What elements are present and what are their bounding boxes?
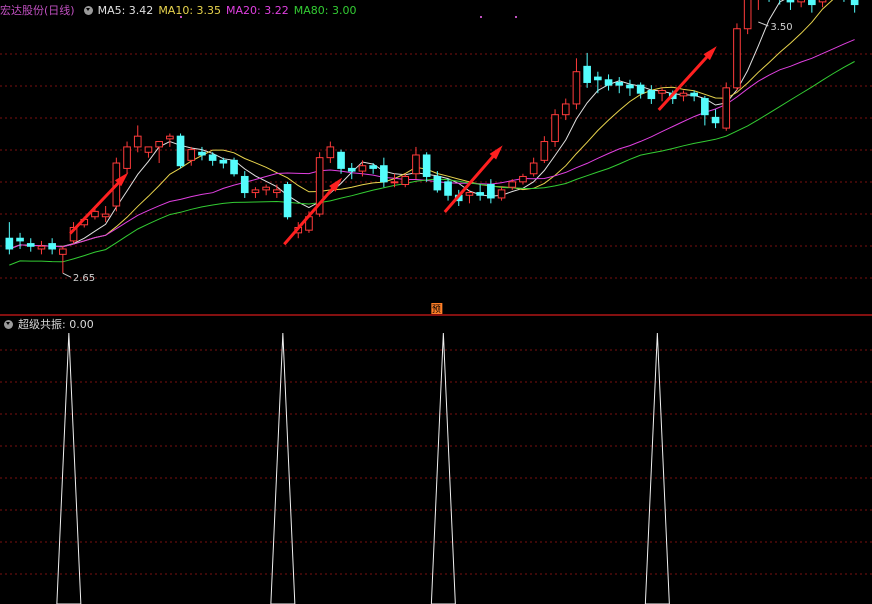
- candle-body: [401, 175, 410, 186]
- candle-body: [48, 243, 56, 250]
- candle-body: [594, 76, 602, 81]
- candle-body: [476, 192, 484, 196]
- forecast-badge-label: 预: [432, 304, 441, 315]
- candle-body: [166, 135, 174, 140]
- low-pointer: [62, 272, 72, 278]
- candle-body: [636, 84, 645, 94]
- candle-body: [733, 28, 741, 89]
- chart-canvas[interactable]: 3.50 2.65 预: [0, 0, 872, 604]
- candle-body: [711, 116, 720, 124]
- moving-average-lines: [9, 0, 855, 266]
- resonance-spike: [270, 332, 296, 604]
- candle-body: [208, 154, 217, 161]
- candle-body: [540, 141, 549, 161]
- candle-body: [144, 146, 153, 153]
- candle-body: [133, 135, 142, 148]
- candle-body: [487, 184, 495, 199]
- candle-body: [91, 210, 99, 218]
- candle-body: [123, 146, 131, 169]
- indicator-value: : 0.00: [62, 317, 94, 331]
- candle-body: [5, 237, 14, 250]
- candle-body: [551, 114, 559, 143]
- candle-body: [251, 189, 260, 194]
- candle-body: [850, 0, 859, 6]
- high-price-label: 3.50: [770, 22, 792, 33]
- candle-body: [412, 154, 420, 175]
- candle-body: [615, 81, 624, 86]
- candle-body: [337, 151, 345, 169]
- candle-body: [422, 154, 431, 177]
- candle-body: [230, 159, 238, 175]
- candle-body: [679, 92, 688, 97]
- signal-arrows: [69, 46, 717, 246]
- candle-body: [219, 159, 228, 164]
- candle-body: [508, 181, 517, 188]
- candle-body: [273, 189, 281, 194]
- dropdown-icon[interactable]: [4, 319, 13, 329]
- candle-body: [465, 192, 474, 196]
- candle-body: [283, 184, 292, 218]
- candle-body: [155, 141, 163, 148]
- period-label: (日线): [44, 4, 75, 17]
- resonance-spike: [430, 332, 456, 604]
- resonance-spike: [644, 332, 670, 604]
- candle-body: [16, 237, 24, 242]
- candle-body: [37, 245, 46, 250]
- main-legend: 宏达股份 (日线) MA5: 3.42 MA10: 3.35 MA20: 3.2…: [0, 2, 361, 18]
- ma20-label: MA20: 3.22: [226, 3, 289, 17]
- candle-body: [583, 65, 591, 83]
- candle-body: [519, 175, 527, 183]
- indicator-label: 超级共振: [18, 318, 62, 331]
- stock-name[interactable]: 宏达股份: [0, 2, 44, 18]
- candle-body: [26, 243, 35, 247]
- candle-body: [497, 189, 506, 199]
- candle-body: [722, 87, 731, 129]
- candle-body: [59, 248, 67, 255]
- candle-body: [743, 0, 752, 30]
- low-price-label: 2.65: [73, 273, 95, 284]
- candle-body: [240, 175, 249, 194]
- ma10-label: MA10: 3.35: [158, 3, 222, 17]
- dot-marker: [515, 16, 517, 18]
- candle-body: [101, 213, 110, 218]
- candle-body: [369, 165, 377, 169]
- candle-body: [658, 90, 666, 94]
- candle-body: [390, 181, 399, 184]
- candle-body: [444, 181, 452, 196]
- candle-body: [786, 0, 795, 3]
- candle-body: [572, 71, 581, 105]
- candle-body: [187, 149, 196, 161]
- candle-body: [690, 92, 698, 97]
- candle-body: [326, 146, 335, 159]
- candle-body: [808, 0, 816, 6]
- dot-marker: [480, 16, 482, 18]
- resonance-spike: [56, 332, 82, 604]
- candle-body: [176, 135, 185, 167]
- candle-body: [380, 165, 388, 183]
- candle-body: [358, 165, 367, 172]
- candle-body: [347, 167, 356, 172]
- candle-body: [433, 175, 442, 191]
- candle-body: [198, 151, 206, 156]
- candle-body: [797, 0, 805, 3]
- candle-body: [262, 186, 270, 191]
- indicator-legend: 超级共振 : 0.00: [0, 317, 94, 331]
- candle-body: [818, 0, 827, 3]
- candle-body: [604, 79, 613, 86]
- candle-body: [561, 103, 570, 116]
- ma5-label: MA5: 3.42: [97, 3, 154, 17]
- dropdown-icon[interactable]: [83, 5, 93, 15]
- candle-body: [701, 98, 709, 116]
- candle-body: [647, 90, 656, 100]
- ma80-label: MA80: 3.00: [293, 3, 357, 17]
- indicator-panel: [56, 332, 670, 604]
- candle-body: [626, 84, 634, 89]
- candle-body: [529, 162, 538, 175]
- candlesticks: [5, 0, 859, 274]
